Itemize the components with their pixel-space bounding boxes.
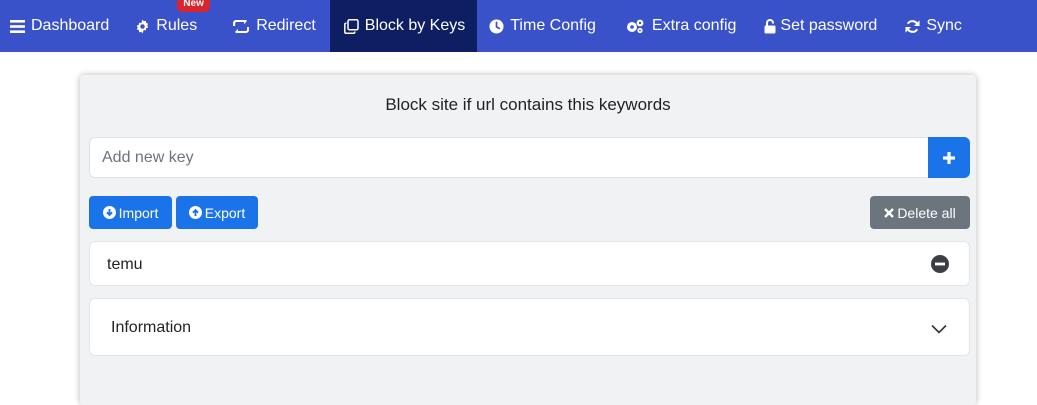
nav-item-sync[interactable]: Sync — [889, 0, 974, 52]
delete-all-label: Delete all — [897, 204, 956, 221]
copy-icon — [343, 18, 359, 34]
menu-icon — [10, 19, 25, 33]
unlock-icon — [764, 18, 776, 34]
nav-item-rules[interactable]: Rules New — [121, 0, 210, 52]
add-key-button[interactable] — [928, 137, 970, 178]
key-list-item: temu — [89, 241, 970, 286]
nav-item-set-password[interactable]: Set password — [748, 0, 889, 52]
nav-item-extra-config[interactable]: Extra config — [608, 0, 748, 52]
nav-label-block-by-keys: Block by Keys — [364, 17, 466, 34]
nav-item-block-by-keys[interactable]: Block by Keys — [329, 0, 478, 52]
clock-icon — [489, 18, 504, 34]
add-key-input[interactable] — [90, 138, 928, 177]
remove-key-button[interactable] — [931, 255, 949, 278]
export-button[interactable]: Export — [176, 196, 258, 229]
minus-circle-icon — [931, 255, 949, 273]
information-accordion[interactable]: Information — [89, 298, 970, 356]
nav-item-dashboard[interactable]: Dashboard — [0, 0, 121, 52]
refresh-icon — [905, 19, 920, 34]
arrow-circle-up-icon — [188, 206, 202, 219]
nav-item-redirect[interactable]: Redirect — [209, 0, 328, 52]
new-badge: New — [177, 0, 210, 12]
nav-label-sync: Sync — [926, 17, 962, 34]
chevron-down-icon — [931, 321, 947, 339]
export-label: Export — [204, 204, 246, 221]
cogs-icon — [626, 19, 644, 34]
panel-title: Block site if url contains this keywords — [385, 95, 671, 114]
add-key-group — [89, 137, 970, 178]
nav-label-set-password: Set password — [780, 17, 878, 34]
nav-label-time-config: Time Config — [510, 17, 596, 34]
key-text: temu — [107, 256, 143, 273]
delete-all-button[interactable]: Delete all — [870, 196, 970, 229]
gear-icon — [135, 18, 150, 34]
retweet-icon — [233, 19, 250, 33]
arrow-circle-down-icon — [102, 206, 116, 219]
import-button[interactable]: Import — [89, 196, 172, 229]
import-label: Import — [118, 204, 159, 221]
nav-label-redirect: Redirect — [256, 17, 316, 34]
block-by-keys-panel: Block site if url contains this keywords… — [80, 75, 976, 405]
nav-item-time-config[interactable]: Time Config — [477, 0, 608, 52]
close-icon — [884, 207, 895, 218]
nav-label-dashboard: Dashboard — [31, 17, 110, 34]
plus-icon — [943, 151, 955, 164]
information-label: Information — [111, 319, 192, 336]
nav-label-rules: Rules — [156, 17, 198, 34]
nav-label-extra-config: Extra config — [651, 17, 737, 34]
top-navbar: Dashboard Rules New Redirect Block by Ke… — [0, 0, 1037, 52]
